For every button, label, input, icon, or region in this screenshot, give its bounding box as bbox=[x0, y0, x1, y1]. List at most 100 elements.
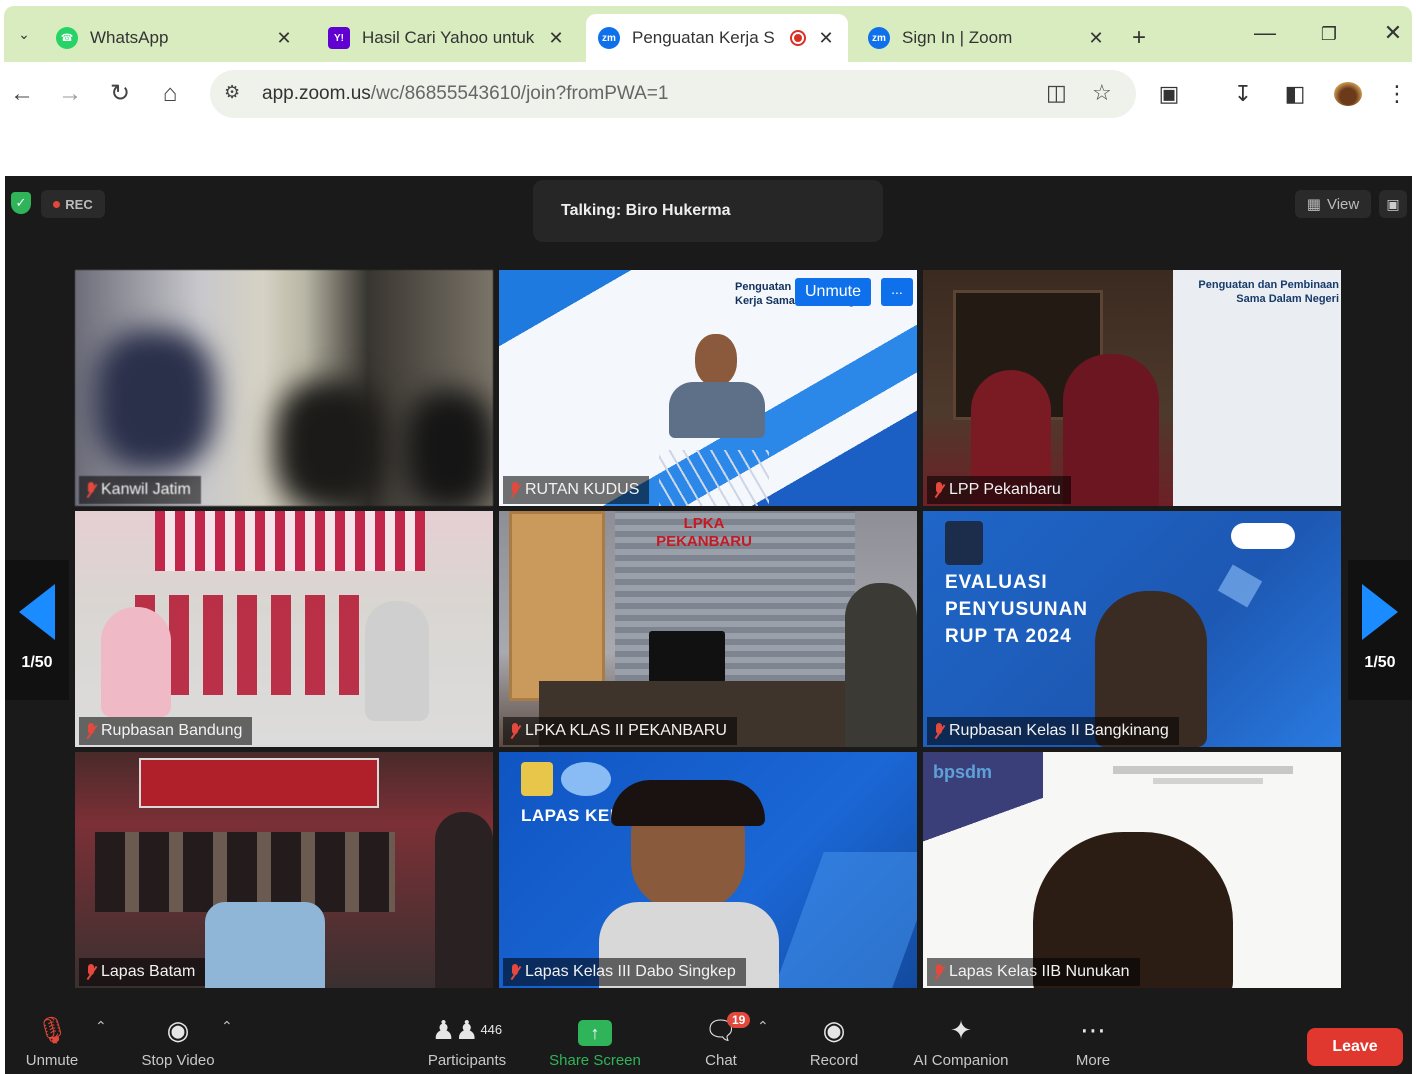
person-figure bbox=[101, 607, 171, 717]
participant-name-text: Rupbasan Bandung bbox=[101, 722, 243, 739]
participant-name: Lapas Kelas III Dabo Singkep bbox=[503, 958, 746, 986]
profile-avatar[interactable] bbox=[1334, 82, 1362, 106]
close-tab-icon[interactable]: ✕ bbox=[546, 28, 566, 49]
tab-yahoo-search[interactable]: Y! Hasil Cari Yahoo untuk ✕ bbox=[316, 14, 578, 62]
arrow-left-icon bbox=[19, 584, 55, 640]
unmute-chip-label: Unmute bbox=[805, 283, 862, 300]
muted-mic-icon bbox=[933, 723, 945, 739]
address-bar[interactable]: ⚙ app.zoom.us/wc/86855543610/join?fromPW… bbox=[210, 70, 1136, 118]
slide-title: Penguatan dan Pembinaan Sama Dalam Neger… bbox=[1198, 279, 1339, 305]
video-tile[interactable]: LAPAS KEL NGKEP Lapas Kelas III Dabo Sin… bbox=[499, 752, 917, 988]
tab-title: Sign In | Zoom bbox=[902, 28, 1013, 47]
participant-name: Rupbasan Bandung bbox=[79, 717, 253, 745]
yahoo-icon: Y! bbox=[328, 27, 350, 49]
tab-search-chevron-icon[interactable]: ⌄ bbox=[12, 22, 36, 46]
chat-options-chevron-icon[interactable]: ⌃ bbox=[757, 1018, 769, 1035]
record-icon: ◉ bbox=[822, 1015, 846, 1045]
tab-zoom-signin[interactable]: zm Sign In | Zoom ✕ bbox=[856, 14, 1118, 62]
ai-companion-button[interactable]: ✦ AI Companion bbox=[901, 1014, 1021, 1072]
video-tile[interactable]: Kanwil Jatim bbox=[75, 270, 493, 506]
previous-page-button[interactable]: 1/50 bbox=[5, 560, 69, 700]
tab-title: WhatsApp bbox=[90, 28, 169, 47]
share-screen-button[interactable]: ↑ Share Screen bbox=[541, 1014, 649, 1072]
participant-name-text: Lapas Batam bbox=[101, 963, 196, 980]
stop-video-label: Stop Video bbox=[141, 1052, 215, 1069]
tile-more-button[interactable]: ... bbox=[881, 278, 913, 306]
close-tab-icon[interactable]: ✕ bbox=[816, 28, 836, 49]
whatsapp-icon: ☎ bbox=[56, 27, 78, 49]
forward-icon[interactable]: → bbox=[54, 78, 86, 110]
close-tab-icon[interactable]: ✕ bbox=[274, 28, 294, 49]
url-text: app.zoom.us/wc/86855543610/join?fromPWA=… bbox=[262, 83, 668, 105]
person-figure bbox=[695, 334, 737, 386]
participant-name-text: Rupbasan Kelas II Bangkinang bbox=[949, 722, 1169, 739]
participant-name: Lapas Batam bbox=[79, 958, 206, 986]
home-icon[interactable]: ⌂ bbox=[154, 78, 186, 110]
page-indicator: 1/50 bbox=[1364, 654, 1396, 671]
more-button[interactable]: ⋯ More bbox=[1065, 1014, 1121, 1072]
monitor bbox=[649, 631, 725, 683]
unmute-request-button[interactable]: Unmute bbox=[795, 278, 872, 306]
pop-out-icon[interactable]: ▣ bbox=[1379, 190, 1407, 218]
participant-name: LPKA KLAS II PEKANBARU bbox=[503, 717, 737, 745]
video-tile[interactable]: Rupbasan Bandung bbox=[75, 511, 493, 747]
video-options-chevron-icon[interactable]: ⌃ bbox=[221, 1018, 233, 1035]
video-tile[interactable]: bpsdm Lapas Kelas IIB Nunukan bbox=[923, 752, 1341, 988]
ministry-logo-icon bbox=[521, 762, 553, 796]
leave-button[interactable]: Leave bbox=[1307, 1028, 1403, 1066]
person-figure bbox=[435, 812, 493, 988]
tab-whatsapp[interactable]: ☎ WhatsApp ✕ bbox=[44, 14, 306, 62]
recording-badge[interactable]: REC bbox=[41, 190, 105, 218]
new-tab-icon[interactable]: + bbox=[1132, 24, 1146, 52]
event-logo bbox=[1231, 523, 1295, 549]
next-page-button[interactable]: 1/50 bbox=[1348, 560, 1412, 700]
leave-label: Leave bbox=[1332, 1038, 1378, 1055]
ministry-logo-icon bbox=[945, 521, 983, 565]
video-tile[interactable]: LPKA PEKANBARU LPKA KLAS II PEKANBARU bbox=[499, 511, 917, 747]
meeting-controls: 🎙 Unmute ⌃ ◉ Stop Video ⌃ ♟♟ 446 Particip… bbox=[5, 1008, 1412, 1074]
page-indicator: 1/50 bbox=[21, 654, 53, 671]
video-tile[interactable]: Lapas Batam bbox=[75, 752, 493, 988]
close-window-icon[interactable]: ✕ bbox=[1378, 20, 1408, 46]
stop-video-button[interactable]: ◉ Stop Video bbox=[133, 1014, 223, 1072]
wall-sign: LPKA PEKANBARU bbox=[656, 515, 752, 550]
view-button[interactable]: ▦ View bbox=[1295, 190, 1371, 218]
ellipsis-icon: ⋯ bbox=[1080, 1015, 1106, 1045]
encryption-shield-icon[interactable]: ✓ bbox=[11, 192, 31, 214]
cast-icon[interactable]: ◫ bbox=[1046, 80, 1067, 106]
sparkle-icon: ✦ bbox=[950, 1015, 972, 1045]
participant-name: Rupbasan Kelas II Bangkinang bbox=[927, 717, 1179, 745]
bookmark-star-icon[interactable]: ☆ bbox=[1092, 80, 1112, 106]
video-tile[interactable]: Penguatan dan Pembinaan Sama Dalam Neger… bbox=[923, 270, 1341, 506]
muted-mic-icon bbox=[509, 723, 521, 739]
url-path: /wc/86855543610/join?fromPWA=1 bbox=[370, 83, 669, 104]
active-speaker-text: Talking: Biro Hukerma bbox=[561, 202, 731, 219]
tab-zoom-meeting[interactable]: zm Penguatan Kerja S ✕ bbox=[586, 14, 848, 62]
more-chip-label: ... bbox=[891, 281, 903, 297]
restore-icon[interactable]: ❐ bbox=[1314, 24, 1344, 45]
more-label: More bbox=[1075, 1052, 1111, 1069]
video-tile[interactable]: EVALUASI PENYUSUNAN RUP TA 2024 Rupbasan… bbox=[923, 511, 1341, 747]
participants-button[interactable]: ♟♟ 446 Participants bbox=[415, 1014, 519, 1072]
record-button[interactable]: ◉ Record bbox=[801, 1014, 867, 1072]
audio-options-chevron-icon[interactable]: ⌃ bbox=[95, 1018, 107, 1035]
url-host: app.zoom.us bbox=[262, 83, 371, 104]
unmute-button[interactable]: 🎙 Unmute bbox=[15, 1014, 89, 1072]
share-screen-label: Share Screen bbox=[549, 1052, 641, 1069]
recording-dot-icon bbox=[53, 200, 61, 208]
participants-count: 446 bbox=[480, 1022, 503, 1037]
minimize-icon[interactable]: — bbox=[1250, 20, 1280, 46]
back-icon[interactable]: ← bbox=[6, 78, 38, 110]
kebab-menu-icon[interactable]: ⋮ bbox=[1380, 78, 1414, 110]
video-tile[interactable]: Penguatan Kerja Sama Dalam Negeri Unmute… bbox=[499, 270, 917, 506]
person-figure bbox=[669, 382, 765, 438]
mic-muted-icon: 🎙 bbox=[35, 1015, 69, 1045]
close-tab-icon[interactable]: ✕ bbox=[1086, 28, 1106, 49]
site-info-icon[interactable]: ⚙ bbox=[224, 82, 240, 103]
side-panel-icon[interactable]: ◧ bbox=[1278, 78, 1312, 110]
reload-icon[interactable]: ↻ bbox=[104, 78, 136, 110]
download-icon[interactable]: ↧ bbox=[1226, 78, 1260, 110]
extensions-icon[interactable]: ▣ bbox=[1152, 78, 1186, 110]
ai-companion-label: AI Companion bbox=[913, 1052, 1009, 1069]
participant-name: RUTAN KUDUS bbox=[503, 476, 650, 504]
